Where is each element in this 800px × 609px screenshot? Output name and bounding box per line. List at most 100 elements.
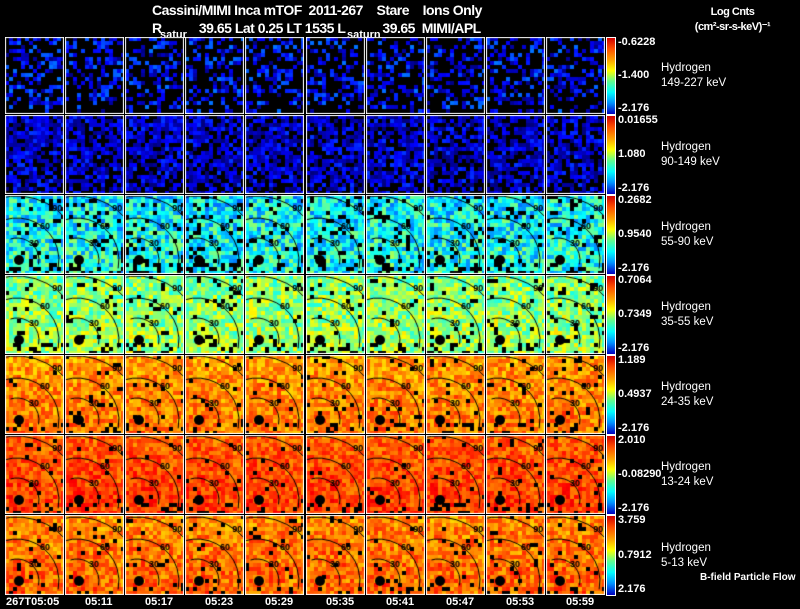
heatmap-panel: [546, 195, 605, 274]
heatmap-panel: [366, 195, 425, 274]
species-label: Hydrogen: [661, 461, 711, 473]
heatmap-panel: [306, 275, 365, 354]
units-label-sub: (cm²-sr-s-keV)⁻¹: [694, 21, 771, 33]
heatmap-panel: [426, 195, 485, 274]
colorbar: [606, 37, 616, 115]
heatmap-panel: [185, 515, 244, 595]
colorbar: [606, 275, 616, 355]
heatmap-panel: [5, 195, 64, 274]
heatmap-panel: [65, 275, 124, 354]
colorbar-cmin-label: -2.176: [618, 342, 650, 354]
heatmap-panel: [185, 275, 244, 354]
heatmap-panel: [245, 275, 304, 354]
colorbar-cmin-label: -2.176: [618, 102, 650, 114]
heatmap-panel: [366, 275, 425, 354]
colorbar-cmax-label: 3.759: [618, 514, 646, 526]
species-label: Hydrogen: [661, 381, 711, 393]
heatmap-panel: [546, 435, 605, 514]
heatmap-panel: [486, 355, 545, 434]
colorbar-cmin-label: -2.176: [618, 422, 650, 434]
heatmap-panel: [125, 195, 184, 274]
heatmap-panel: [65, 435, 124, 514]
species-label: Hydrogen: [661, 221, 711, 233]
heatmap-panel: [426, 275, 485, 354]
energy-label: 24-35 keV: [661, 396, 714, 408]
heatmap-panel: [426, 37, 485, 114]
heatmap-panel: [185, 435, 244, 514]
row-label: Hydrogen 5-13 keV: [661, 541, 711, 571]
colorbar-cmax-label: 0.7064: [618, 274, 652, 286]
heatmap-panel: [546, 355, 605, 434]
species-label: Hydrogen: [661, 541, 711, 554]
heatmap-panel: [245, 355, 304, 434]
heatmap-panel: [486, 37, 545, 114]
units-label: Log Cnts: [710, 6, 755, 18]
energy-label: 90-149 keV: [661, 156, 720, 168]
heatmap-panel: [125, 515, 184, 595]
footer-label: B-field Particle Flow: [700, 572, 796, 583]
colorbar: [606, 115, 616, 195]
colorbar-cmax-label: 0.2682: [618, 194, 652, 206]
heatmap-panel: [486, 275, 545, 354]
colorbar-cmid-label: 0.4937: [618, 388, 652, 400]
heatmap-panel: [486, 115, 545, 194]
heatmap-panel: [5, 115, 64, 194]
heatmap-panel: [185, 37, 244, 114]
colorbar-cmin-label: -2.176: [618, 502, 650, 514]
heatmap-panel: [125, 355, 184, 434]
heatmap-panel: [245, 195, 304, 274]
heatmap-panel: [5, 515, 64, 595]
heatmap-panel: [5, 435, 64, 514]
species-label: Hydrogen: [661, 62, 711, 74]
colorbar-cmax-label: 0.01655: [618, 114, 658, 126]
colorbar-cmax-label: 1.189: [618, 354, 646, 366]
colorbar: [606, 515, 616, 596]
heatmap-panel: [366, 355, 425, 434]
heatmap-panel: [366, 515, 425, 595]
plot-subtitle: R 39.65 Lat 0.25 LT 1535 L 39.65 MIMI/AP…: [152, 20, 481, 36]
row-label: Hydrogen 55-90 keV: [661, 220, 713, 250]
heatmap-panel: [185, 355, 244, 434]
heatmap-panel: [366, 435, 425, 514]
colorbar-cmax-label: 2.010: [618, 434, 646, 446]
row-label: Hydrogen 24-35 keV: [661, 380, 713, 410]
time-tick-label: 05:53: [506, 596, 535, 608]
plot-title: Cassini/MIMI Inca mTOF 2011-267 Stare Io…: [152, 2, 482, 18]
heatmap-panel: [546, 115, 605, 194]
heatmap-panel: [5, 37, 64, 114]
heatmap-panel: [185, 195, 244, 274]
row-label: Hydrogen 149-227 keV: [661, 61, 726, 91]
time-tick-label: 05:23: [205, 596, 234, 608]
colorbar-cmid-label: 0.7349: [618, 308, 652, 320]
heatmap-panel: [426, 515, 485, 595]
heatmap-panel: [306, 195, 365, 274]
energy-label: 149-227 keV: [661, 77, 727, 89]
colorbar-cmax-label: -0.6228: [618, 36, 656, 48]
colorbar-cmin-label: 2.176: [618, 583, 646, 595]
time-tick-label: 05:59: [566, 596, 595, 608]
row-label: Hydrogen 35-55 keV: [661, 300, 713, 330]
heatmap-panel: [245, 515, 304, 595]
species-label: Hydrogen: [661, 301, 711, 313]
heatmap-panel: [546, 275, 605, 354]
energy-label: 55-90 keV: [661, 236, 714, 248]
colorbar: [606, 355, 616, 435]
species-label: Hydrogen: [661, 141, 711, 153]
heatmap-panel: [366, 115, 425, 194]
time-tick-label: 05:41: [386, 596, 415, 608]
colorbar-cmid-label: -1.400: [618, 69, 650, 81]
heatmap-panel: [486, 435, 545, 514]
heatmap-panel: [125, 275, 184, 354]
heatmap-panel: [65, 37, 124, 114]
time-tick-label: 267T05:05: [6, 596, 60, 608]
heatmap-panel: [306, 37, 365, 114]
heatmap-panel: [306, 355, 365, 434]
colorbar-cmin-label: -2.176: [618, 182, 650, 194]
heatmap-panel: [185, 115, 244, 194]
heatmap-panel: [546, 515, 605, 595]
heatmap-panel: [486, 195, 545, 274]
heatmap-panel: [65, 195, 124, 274]
heatmap-panel: [5, 275, 64, 354]
time-tick-label: 05:17: [145, 596, 174, 608]
heatmap-panel: [306, 515, 365, 595]
